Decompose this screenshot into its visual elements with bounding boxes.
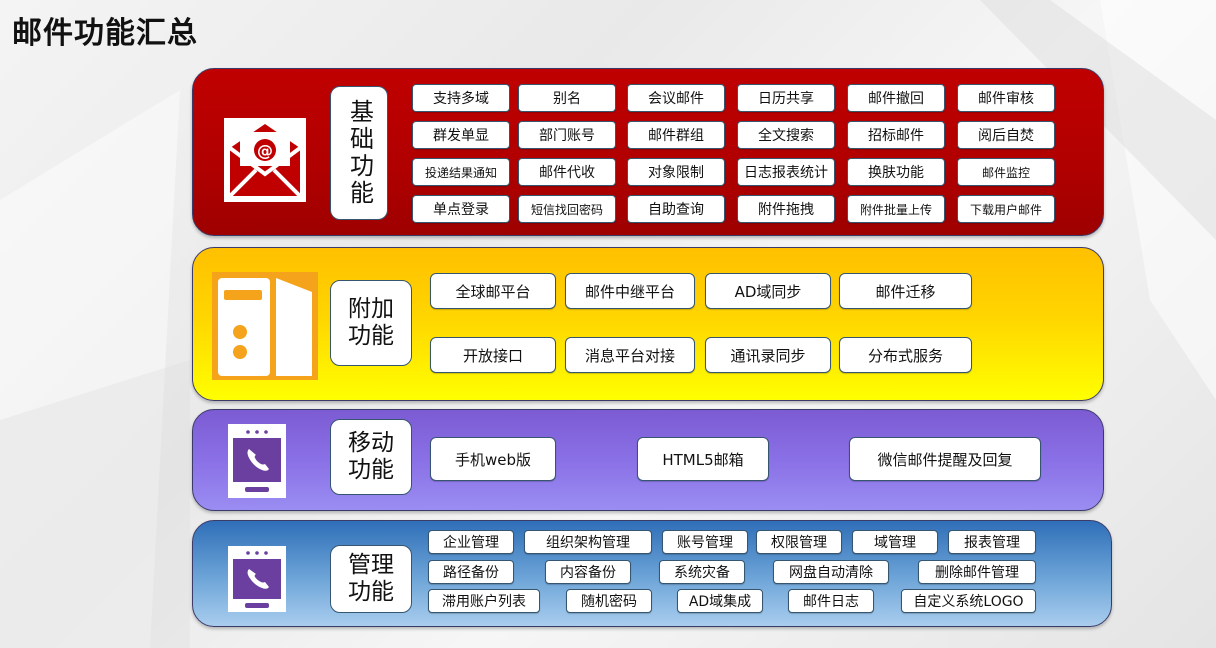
- basic-feature-chip: 日志报表统计: [737, 158, 835, 186]
- basic-feature-chip: 日历共享: [737, 84, 835, 112]
- manage-feature-chip: 自定义系统LOGO: [901, 589, 1036, 613]
- basic-feature-chip: 对象限制: [627, 158, 725, 186]
- section-addon: [192, 247, 1104, 401]
- envelope-at-icon: @: [224, 118, 306, 202]
- mobile-feature-chip: HTML5邮箱: [637, 437, 769, 481]
- addon-feature-chip: AD域同步: [705, 273, 831, 309]
- basic-feature-chip: 部门账号: [518, 121, 616, 149]
- basic-feature-chip: 附件拖拽: [737, 195, 835, 223]
- svg-text:@: @: [257, 141, 273, 160]
- manage-feature-chip: 路径备份: [428, 560, 514, 584]
- addon-feature-chip: 通讯录同步: [705, 337, 831, 373]
- manage-feature-chip: 随机密码: [566, 589, 652, 613]
- basic-feature-chip: 会议邮件: [627, 84, 725, 112]
- basic-feature-chip: 邮件撤回: [847, 84, 945, 112]
- basic-feature-chip: 邮件监控: [957, 158, 1055, 186]
- basic-feature-chip: 阅后自焚: [957, 121, 1055, 149]
- manage-feature-chip: 组织架构管理: [524, 530, 652, 554]
- basic-feature-chip: 别名: [518, 84, 616, 112]
- manage-feature-chip: 账号管理: [662, 530, 748, 554]
- manage-feature-chip: 报表管理: [948, 530, 1036, 554]
- basic-feature-chip: 短信找回密码: [518, 195, 616, 223]
- basic-feature-chip: 邮件代收: [518, 158, 616, 186]
- basic-feature-chip: 邮件审核: [957, 84, 1055, 112]
- basic-feature-chip: 下载用户邮件: [957, 195, 1055, 223]
- manage-feature-chip: 删除邮件管理: [918, 560, 1036, 584]
- mobile-feature-chip: 微信邮件提醒及回复: [849, 437, 1041, 481]
- basic-category-label: 基础功能: [330, 86, 388, 220]
- manage-feature-chip: 网盘自动清除: [773, 560, 889, 584]
- basic-feature-chip: 投递结果通知: [412, 158, 510, 186]
- basic-feature-chip: 邮件群组: [627, 121, 725, 149]
- basic-feature-chip: 换肤功能: [847, 158, 945, 186]
- mobile-phone-icon: [228, 424, 286, 498]
- mobile-feature-chip: 手机web版: [430, 437, 556, 481]
- addon-feature-chip: 消息平台对接: [565, 337, 695, 373]
- manage-category-label: 管理 功能: [330, 545, 412, 613]
- manage-feature-chip: 邮件日志: [788, 589, 874, 613]
- basic-feature-chip: 单点登录: [412, 195, 510, 223]
- manage-feature-chip: 系统灾备: [659, 560, 745, 584]
- addon-feature-chip: 邮件中继平台: [565, 273, 695, 309]
- server-icon: [212, 272, 318, 380]
- addon-feature-chip: 全球邮平台: [430, 273, 556, 309]
- addon-feature-chip: 开放接口: [430, 337, 556, 373]
- manage-feature-chip: 内容备份: [545, 560, 631, 584]
- addon-feature-chip: 邮件迁移: [839, 273, 972, 309]
- basic-feature-chip: 群发单显: [412, 121, 510, 149]
- addon-category-label: 附加 功能: [330, 280, 412, 366]
- manage-feature-chip: 滞用账户列表: [428, 589, 540, 613]
- mobile-category-label: 移动 功能: [330, 419, 412, 495]
- manage-feature-chip: 权限管理: [756, 530, 842, 554]
- basic-feature-chip: 支持多域: [412, 84, 510, 112]
- page-title: 邮件功能汇总: [12, 16, 198, 51]
- mobile-phone-icon: [228, 546, 286, 612]
- basic-feature-chip: 全文搜索: [737, 121, 835, 149]
- addon-feature-chip: 分布式服务: [839, 337, 972, 373]
- basic-feature-chip: 招标邮件: [847, 121, 945, 149]
- manage-feature-chip: 企业管理: [428, 530, 514, 554]
- manage-feature-chip: AD域集成: [677, 589, 763, 613]
- basic-feature-chip: 自助查询: [627, 195, 725, 223]
- basic-feature-chip: 附件批量上传: [847, 195, 945, 223]
- manage-feature-chip: 域管理: [852, 530, 938, 554]
